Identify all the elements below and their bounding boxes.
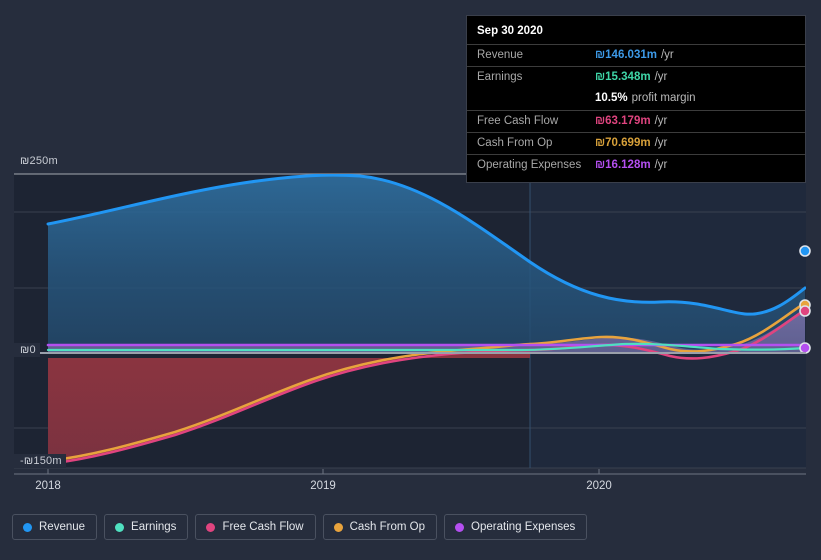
tooltip-row-operating-expenses: Operating Expenses ₪16.128m /yr bbox=[467, 154, 805, 176]
x-axis-ticks bbox=[47, 469, 600, 474]
x-axis-label-2020: 2020 bbox=[586, 480, 612, 492]
tooltip-row-cash-from-op: Cash From Op ₪70.699m /yr bbox=[467, 131, 805, 154]
tooltip-label-operating-expenses: Operating Expenses bbox=[477, 159, 582, 172]
tooltip-row-profit-margin: 10.5% profit margin bbox=[467, 88, 805, 109]
legend-label-free-cash-flow: Free Cash Flow bbox=[222, 521, 304, 533]
y-axis-label-zero: ₪0 bbox=[12, 343, 40, 357]
legend-item-operating-expenses[interactable]: Operating Expenses bbox=[444, 514, 588, 540]
tooltip-unit-earnings: /yr bbox=[654, 71, 668, 84]
tooltip-label-free-cash-flow: Free Cash Flow bbox=[477, 114, 559, 127]
legend-dot-operating-expenses-icon bbox=[455, 522, 465, 532]
tooltip-unit-profit-margin: profit margin bbox=[631, 92, 696, 105]
endpoint-revenue bbox=[799, 245, 811, 257]
legend-label-earnings: Earnings bbox=[131, 521, 177, 533]
legend-item-revenue[interactable]: Revenue bbox=[12, 514, 98, 540]
tooltip-value-profit-margin: 10.5% bbox=[595, 92, 628, 105]
tooltip-unit-operating-expenses: /yr bbox=[654, 159, 668, 172]
tooltip-label-cash-from-op: Cash From Op bbox=[477, 136, 553, 149]
x-axis-label-2019: 2019 bbox=[310, 480, 336, 492]
tooltip-label-earnings: Earnings bbox=[477, 71, 523, 84]
tooltip-row-revenue: Revenue ₪146.031m /yr bbox=[467, 44, 805, 66]
tooltip-value-revenue: ₪146.031m bbox=[595, 49, 657, 61]
tooltip-value-free-cash-flow: ₪63.179m bbox=[595, 114, 651, 127]
tooltip-unit-revenue: /yr bbox=[660, 49, 674, 61]
chart-tooltip: Sep 30 2020 Revenue ₪146.031m /yr Earnin… bbox=[466, 15, 806, 184]
tooltip-value-earnings: ₪15.348m bbox=[595, 71, 651, 84]
chart-legend: Revenue Earnings Free Cash Flow Cash Fro… bbox=[12, 514, 588, 540]
legend-dot-cash-from-op-icon bbox=[333, 522, 343, 532]
tooltip-value-cash-from-op: ₪70.699m bbox=[595, 136, 651, 149]
tooltip-row-earnings: Earnings ₪15.348m /yr bbox=[467, 66, 805, 88]
legend-dot-revenue-icon bbox=[23, 522, 32, 532]
x-axis-label-2018: 2018 bbox=[35, 480, 61, 492]
tooltip-label-revenue: Revenue bbox=[477, 49, 524, 61]
legend-item-free-cash-flow[interactable]: Free Cash Flow bbox=[195, 514, 316, 540]
legend-item-cash-from-op[interactable]: Cash From Op bbox=[322, 514, 438, 540]
legend-label-operating-expenses: Operating Expenses bbox=[471, 521, 576, 533]
financial-chart: ₪250m ₪0 -₪150m 2018 2019 2020 Sep 30 20… bbox=[0, 0, 821, 560]
legend-label-cash-from-op: Cash From Op bbox=[349, 521, 426, 533]
y-axis-label-top: ₪250m bbox=[12, 154, 62, 168]
legend-item-earnings[interactable]: Earnings bbox=[104, 514, 189, 540]
legend-dot-free-cash-flow-icon bbox=[206, 522, 216, 532]
endpoint-free-cash-flow bbox=[799, 305, 811, 317]
tooltip-row-free-cash-flow: Free Cash Flow ₪63.179m /yr bbox=[467, 109, 805, 132]
legend-label-revenue: Revenue bbox=[39, 521, 86, 533]
tooltip-value-operating-expenses: ₪16.128m bbox=[595, 159, 651, 172]
tooltip-unit-free-cash-flow: /yr bbox=[654, 114, 668, 127]
tooltip-title: Sep 30 2020 bbox=[477, 25, 543, 37]
y-axis-label-bottom: -₪150m bbox=[12, 454, 66, 468]
tooltip-unit-cash-from-op: /yr bbox=[654, 136, 668, 149]
legend-dot-earnings-icon bbox=[115, 522, 125, 532]
endpoint-operating-expenses bbox=[799, 342, 811, 354]
